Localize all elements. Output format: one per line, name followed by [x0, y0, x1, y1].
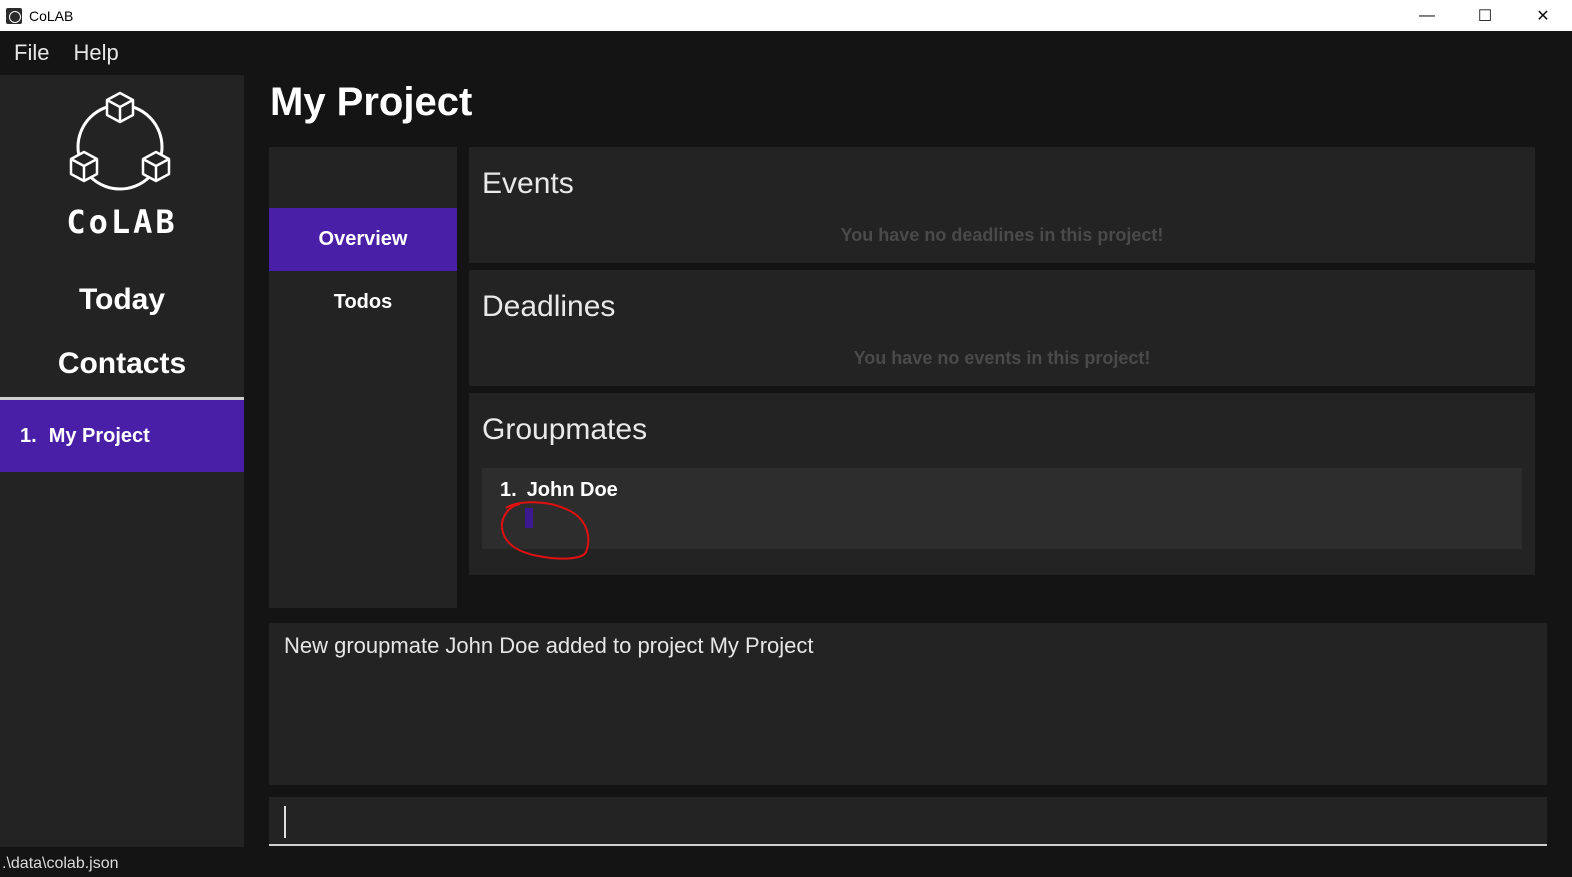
project-name: My Project: [48, 424, 150, 447]
logo-wordmark: CoLAB: [66, 203, 178, 241]
sidebar: CoLAB Today Contacts 1. My Project: [0, 75, 244, 847]
maximize-button[interactable]: ☐: [1456, 0, 1514, 31]
empty-message: You have no events in this project!: [853, 348, 1151, 368]
result-display: New groupmate John Doe added to project …: [269, 623, 1547, 785]
section-title: Events: [482, 167, 574, 200]
menu-help[interactable]: Help: [73, 40, 118, 66]
command-input[interactable]: [269, 797, 1547, 844]
close-button[interactable]: ✕: [1514, 0, 1572, 31]
events-section: Events You have no deadlines in this pro…: [469, 147, 1535, 263]
red-circle-annotation: [500, 501, 590, 560]
app-logo-icon: [6, 7, 22, 24]
groupmate-card[interactable]: 1. John Doe: [482, 468, 1522, 560]
page-title: My Project: [270, 80, 473, 124]
tab-todos[interactable]: Todos: [269, 271, 457, 334]
colab-logo-icon: [69, 91, 171, 191]
text-caret: [284, 806, 286, 838]
section-title: Groupmates: [482, 413, 648, 446]
result-message: New groupmate John Doe added to project …: [284, 633, 814, 658]
minimize-button[interactable]: —: [1398, 0, 1456, 31]
project-tabs: Overview Todos: [269, 147, 457, 608]
window-title: CoLAB: [29, 7, 74, 24]
deadlines-section: Deadlines You have no events in this pro…: [469, 270, 1535, 386]
project-number: 1.: [20, 424, 37, 447]
command-box[interactable]: [269, 797, 1547, 846]
menu-bar: File Help: [0, 31, 1572, 75]
menu-file[interactable]: File: [14, 40, 49, 66]
window-controls: — ☐ ✕: [1398, 0, 1572, 31]
data-file-path: .\data\colab.json: [2, 855, 119, 872]
groupmates-section: Groupmates 1. John Doe: [469, 393, 1535, 575]
nav-contacts[interactable]: Contacts: [0, 347, 244, 381]
project-list-item[interactable]: 1. My Project: [0, 400, 244, 472]
status-bar: .\data\colab.json: [0, 851, 1572, 877]
window-title-bar: CoLAB — ☐ ✕: [0, 0, 1572, 31]
tab-overview[interactable]: Overview: [269, 208, 457, 271]
nav-today[interactable]: Today: [0, 283, 244, 317]
section-title: Deadlines: [482, 290, 616, 323]
empty-message: You have no deadlines in this project!: [840, 225, 1164, 245]
